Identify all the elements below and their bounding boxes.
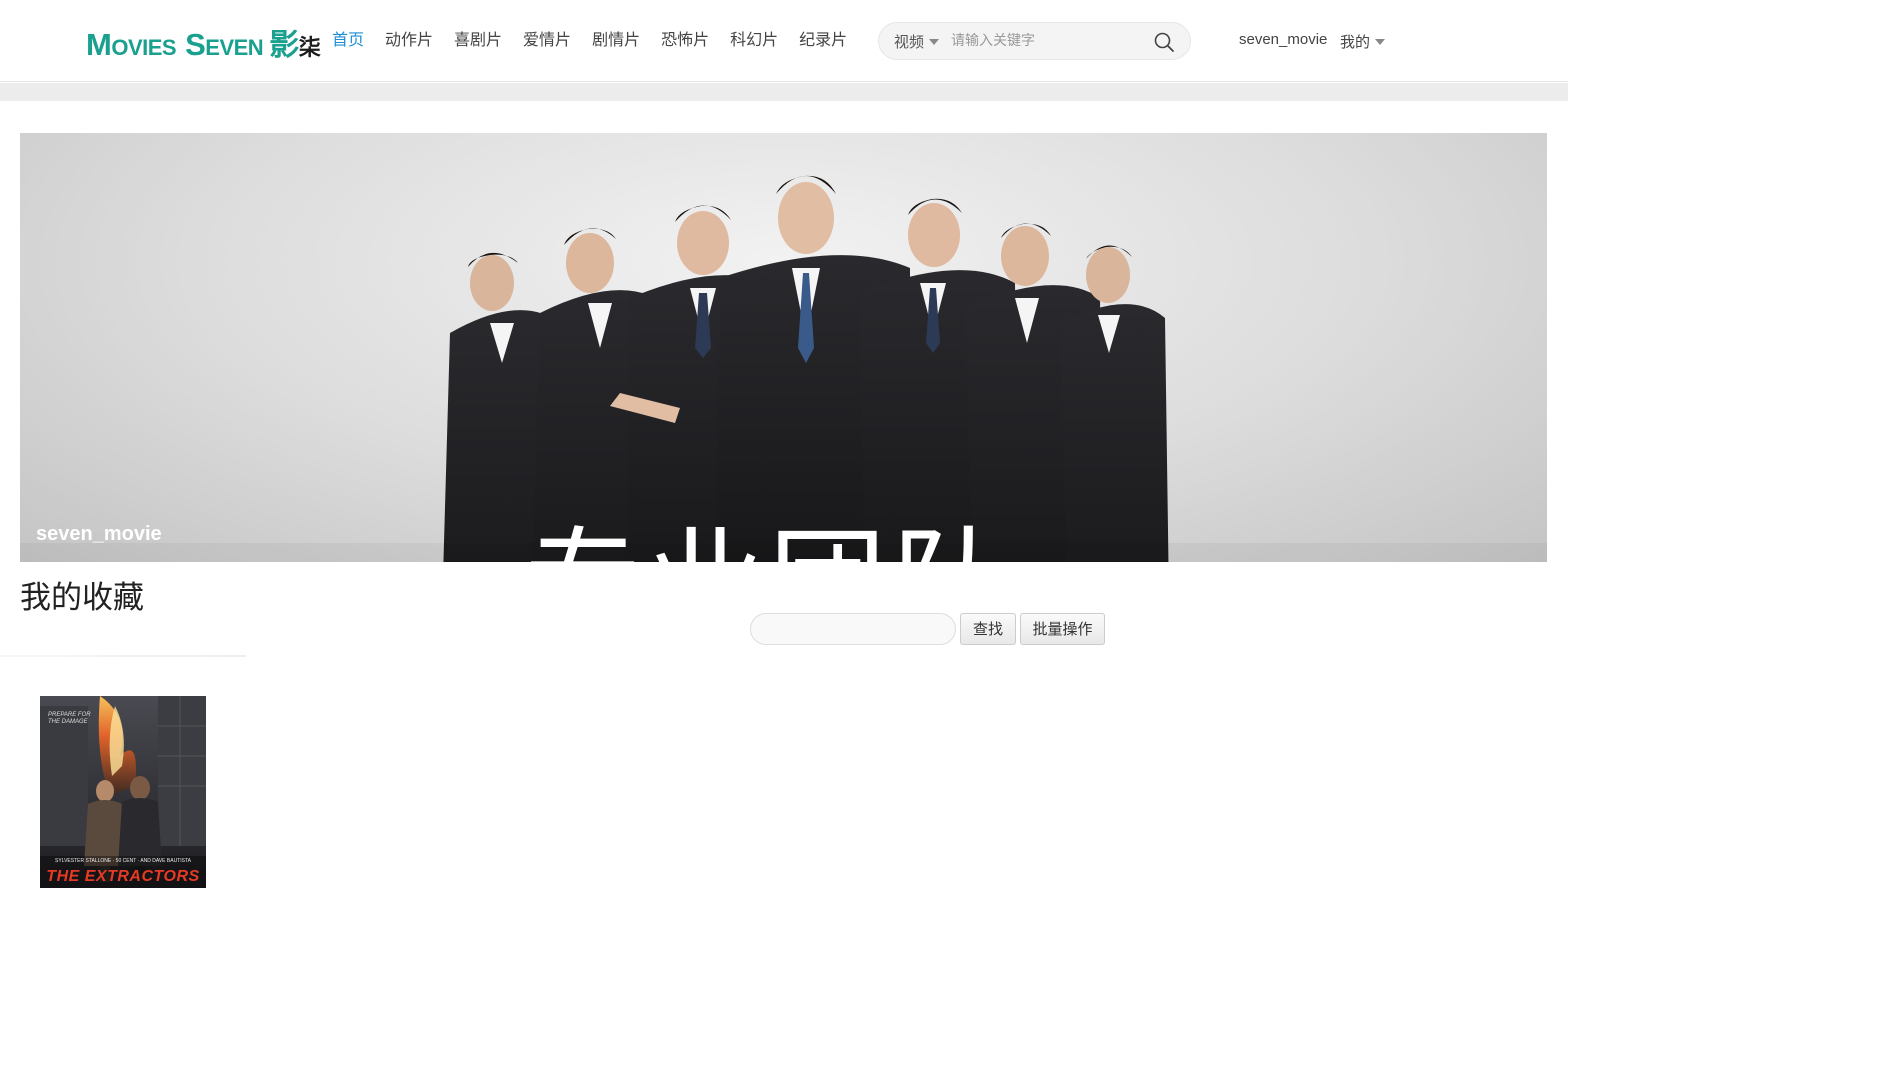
search-icon[interactable] bbox=[1153, 31, 1175, 53]
caret-down-icon bbox=[929, 38, 940, 45]
nav-item-home[interactable]: 首页 bbox=[332, 28, 364, 52]
site-logo[interactable]: M OVIES S EVEN 影柒 bbox=[86, 20, 321, 63]
nav-item-comedy[interactable]: 喜剧片 bbox=[454, 28, 502, 52]
top-header: M OVIES S EVEN 影柒 首页 动作片 喜剧片 爱情片 剧情片 恐怖片 科幻片… bbox=[0, 0, 1568, 82]
logo-cn-text: 柒 bbox=[298, 36, 321, 61]
search-category-dropdown[interactable]: 视频 bbox=[894, 31, 940, 52]
profile-banner: 专业团队 seven_movie bbox=[20, 133, 1547, 562]
banner-user-name: seven_movie bbox=[36, 523, 162, 545]
search-category-label: 视频 bbox=[894, 33, 925, 51]
poster-tagline: PREPARE FOR THE DAMAGE bbox=[48, 712, 91, 725]
nav-item-action[interactable]: 动作片 bbox=[385, 28, 433, 52]
logo-text: OVIES bbox=[111, 35, 177, 60]
nav-item-scifi[interactable]: 科幻片 bbox=[730, 28, 778, 52]
find-button[interactable]: 查找 bbox=[960, 613, 1016, 645]
logo-text: S bbox=[185, 27, 206, 62]
search-input[interactable] bbox=[949, 29, 1139, 53]
my-menu-dropdown[interactable]: 我的 bbox=[1340, 31, 1386, 52]
user-name-link[interactable]: seven_movie bbox=[1239, 31, 1327, 48]
batch-operation-button[interactable]: 批量操作 bbox=[1020, 613, 1105, 645]
banner-slogan: 专业团队 bbox=[20, 525, 1532, 562]
main-nav: 首页 动作片 喜剧片 爱情片 剧情片 恐怖片 科幻片 纪录片 bbox=[332, 28, 868, 52]
logo-text: EVEN bbox=[205, 35, 264, 60]
header-search: 视频 bbox=[878, 22, 1191, 60]
header-divider bbox=[0, 83, 1568, 101]
favorites-search-input[interactable] bbox=[750, 613, 956, 645]
nav-item-horror[interactable]: 恐怖片 bbox=[661, 28, 709, 52]
poster-title: THE EXTRACTORS bbox=[46, 868, 200, 885]
banner-image bbox=[20, 175, 1547, 562]
caret-down-icon bbox=[1375, 38, 1386, 45]
nav-item-drama[interactable]: 剧情片 bbox=[592, 28, 640, 52]
logo-cn-text: 影 bbox=[269, 28, 299, 63]
sidebar-divider bbox=[0, 655, 246, 657]
favorite-movie-poster[interactable]: PREPARE FOR THE DAMAGE SYLVESTER STALLON… bbox=[40, 696, 206, 888]
nav-item-documentary[interactable]: 纪录片 bbox=[799, 28, 847, 52]
my-menu-label: 我的 bbox=[1340, 33, 1371, 51]
logo-text: M bbox=[86, 27, 112, 62]
favorites-title: 我的收藏 bbox=[20, 580, 144, 616]
nav-item-romance[interactable]: 爱情片 bbox=[523, 28, 571, 52]
poster-credits: SYLVESTER STALLONE · 50 CENT · AND DAVE … bbox=[55, 858, 191, 864]
